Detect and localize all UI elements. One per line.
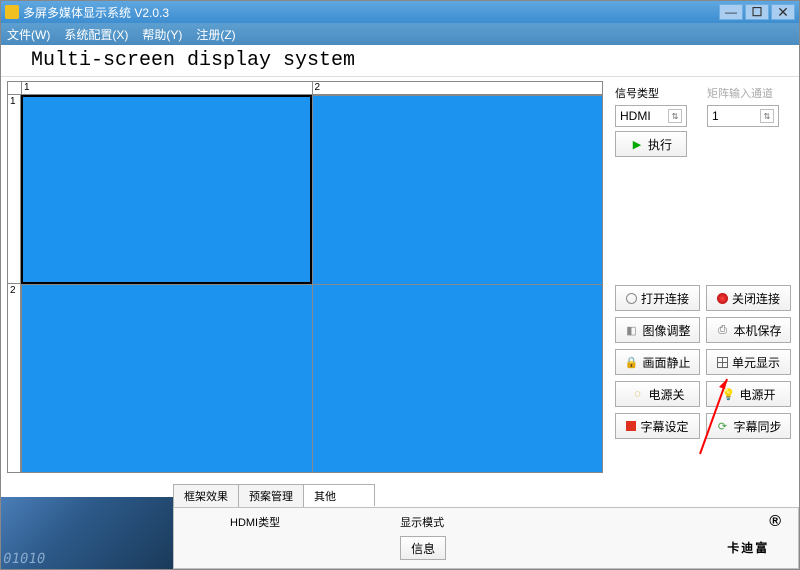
lock-icon: 🔒 — [624, 355, 638, 369]
execute-label: 执行 — [648, 136, 672, 153]
screen-cell-2-2[interactable] — [312, 284, 603, 473]
info-button[interactable]: 信息 — [400, 536, 446, 560]
sync-icon: ⟳ — [715, 419, 729, 433]
maximize-button[interactable]: ☐ — [745, 4, 769, 20]
menu-file[interactable]: 文件(W) — [7, 26, 50, 43]
screen-cells — [21, 95, 603, 473]
col-header-2[interactable]: 2 — [312, 81, 604, 95]
row-headers: 1 2 — [7, 95, 21, 473]
close-button[interactable]: ✕ — [771, 4, 795, 20]
screen-cell-1-2[interactable] — [312, 95, 603, 284]
banner-title: Multi-screen display system — [1, 45, 799, 77]
signal-type-label: 信号类型 — [615, 85, 687, 101]
tab-preset-manage[interactable]: 预案管理 — [238, 484, 304, 507]
side-panel: 信号类型 HDMI ⇅ ▶ 执行 矩阵输入通道 1 ⇅ 打开连接 关 — [607, 77, 799, 477]
window-title: 多屏多媒体显示系统 V2.0.3 — [23, 4, 719, 21]
power-off-button[interactable]: ◌电源关 — [615, 381, 700, 407]
app-icon — [5, 5, 19, 19]
screen-cell-1-1[interactable] — [21, 95, 312, 284]
local-save-button[interactable]: ⎙本机保存 — [706, 317, 791, 343]
power-on-button[interactable]: 💡电源开 — [706, 381, 791, 407]
brand-watermark: 卡迪富® — [727, 515, 783, 563]
bottom-form: HDMI类型 显示模式 信息 — [173, 507, 799, 569]
tab-frame-effect[interactable]: 框架效果 — [173, 484, 239, 507]
menu-bar: 文件(W) 系统配置(X) 帮助(Y) 注册(Z) — [1, 23, 799, 45]
row-header-2[interactable]: 2 — [7, 284, 21, 473]
stop-icon — [717, 293, 728, 304]
action-buttons: 打开连接 关闭连接 ◧图像调整 ⎙本机保存 🔒画面静止 单元显示 ◌电源关 💡电… — [615, 285, 791, 439]
grid-icon — [717, 357, 728, 368]
image-icon: ◧ — [624, 323, 638, 337]
execute-button[interactable]: ▶ 执行 — [615, 131, 687, 157]
subtitle-set-button[interactable]: 字幕设定 — [615, 413, 700, 439]
signal-type-select[interactable]: HDMI ⇅ — [615, 105, 687, 127]
main-area: 1 2 1 2 信号类型 HDMI ⇅ — [1, 77, 799, 477]
menu-help[interactable]: 帮助(Y) — [142, 26, 182, 43]
title-bar: 多屏多媒体显示系统 V2.0.3 — ☐ ✕ — [1, 1, 799, 23]
freeze-button[interactable]: 🔒画面静止 — [615, 349, 700, 375]
bottom-tabs: 框架效果 预案管理 其他 — [173, 484, 374, 507]
subtitle-sync-button[interactable]: ⟳字幕同步 — [706, 413, 791, 439]
unit-display-button[interactable]: 单元显示 — [706, 349, 791, 375]
play-icon: ▶ — [630, 137, 644, 151]
display-mode-label: 显示模式 — [400, 514, 446, 530]
close-connection-button[interactable]: 关闭连接 — [706, 285, 791, 311]
signal-type-value: HDMI — [620, 109, 651, 123]
bulb-on-icon: 💡 — [721, 387, 735, 401]
col-header-1[interactable]: 1 — [21, 81, 312, 95]
matrix-channel-select[interactable]: 1 ⇅ — [707, 105, 779, 127]
logo-pane — [1, 497, 173, 569]
header-corner — [7, 81, 21, 95]
subtitle-icon — [626, 421, 636, 431]
dropdown-arrow-icon: ⇅ — [668, 109, 682, 123]
open-connection-button[interactable]: 打开连接 — [615, 285, 700, 311]
minimize-button[interactable]: — — [719, 4, 743, 20]
circle-icon — [626, 293, 637, 304]
dropdown-arrow-icon: ⇅ — [760, 109, 774, 123]
image-adjust-button[interactable]: ◧图像调整 — [615, 317, 700, 343]
hdmi-type-label: HDMI类型 — [230, 514, 280, 530]
column-headers: 1 2 — [7, 81, 603, 95]
screen-grid: 1 2 1 2 — [1, 77, 607, 477]
bulb-off-icon: ◌ — [630, 387, 644, 401]
menu-config[interactable]: 系统配置(X) — [64, 26, 128, 43]
screen-cell-2-1[interactable] — [21, 284, 312, 473]
menu-register[interactable]: 注册(Z) — [196, 26, 235, 43]
save-icon: ⎙ — [715, 323, 729, 337]
tab-other[interactable]: 其他 — [303, 484, 375, 506]
row-header-1[interactable]: 1 — [7, 95, 21, 284]
matrix-channel-label: 矩阵输入通道 — [707, 85, 779, 101]
matrix-channel-value: 1 — [712, 109, 719, 123]
window-controls: — ☐ ✕ — [719, 4, 795, 20]
